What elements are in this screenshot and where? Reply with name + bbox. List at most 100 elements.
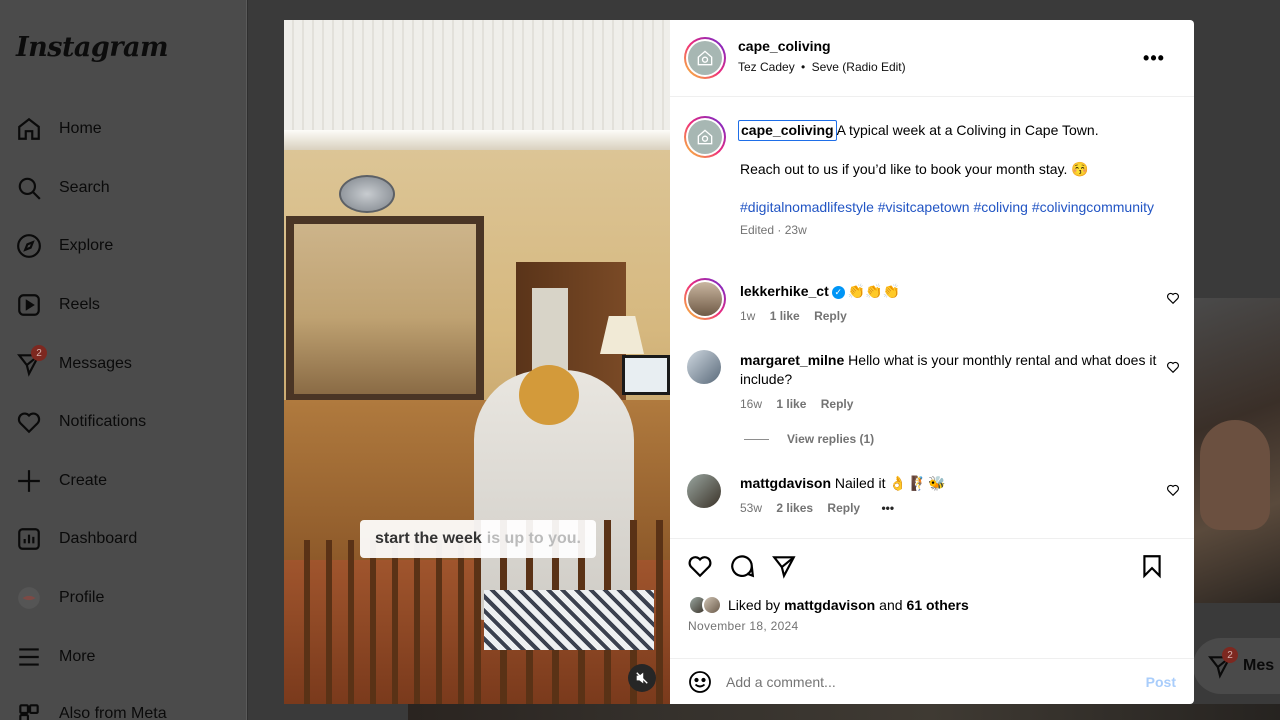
comment-reply-button[interactable]: Reply xyxy=(821,397,854,411)
video-scene-mirror xyxy=(286,216,484,402)
audio-artist[interactable]: Tez Cadey xyxy=(738,60,795,74)
comment-time[interactable]: 16w xyxy=(740,397,762,411)
more-options-icon[interactable]: ••• xyxy=(1142,46,1166,70)
post-date[interactable]: November 18, 2024 xyxy=(688,619,799,633)
like-comment-heart-icon[interactable] xyxy=(1166,291,1180,305)
comment-item: mattgdavison Nailed it 👌 🧗🐝 53w 2 likes … xyxy=(740,474,1170,518)
comment-item: lekkerhike_ct ✓ 👏👏👏 1w 1 like Reply xyxy=(740,282,1170,326)
liked-by-summary: Liked by mattgdavison and 61 others xyxy=(688,595,969,615)
sidebar-item-search[interactable]: Search xyxy=(16,168,236,208)
caption-text: A typical week at a Coliving in Cape Tow… xyxy=(836,122,1099,138)
video-subtitle-dim: is up to you. xyxy=(486,530,581,547)
comment-likes[interactable]: 1 like xyxy=(776,397,806,411)
floating-messages-label: Mes xyxy=(1243,657,1275,674)
sidebar-item-label: Reels xyxy=(59,296,100,313)
audio-separator: • xyxy=(801,60,806,74)
commenter-avatar[interactable] xyxy=(687,350,721,384)
caption-meta: Edited · 23w xyxy=(740,221,1180,240)
video-scene-ceiling xyxy=(284,20,670,145)
audio-info[interactable]: Tez Cadey • Seve (Radio Edit) xyxy=(738,60,906,74)
caption-author-avatar[interactable] xyxy=(684,116,726,158)
comment-text: Nailed it 👌 🧗🐝 xyxy=(834,475,946,491)
author-avatar[interactable] xyxy=(684,37,726,79)
comment-reply-button[interactable]: Reply xyxy=(814,309,847,323)
save-bookmark-icon[interactable] xyxy=(1139,553,1165,579)
comment-input[interactable] xyxy=(726,673,1126,690)
sidebar-item-dashboard[interactable]: Dashboard xyxy=(16,519,236,559)
instagram-logo[interactable]: Instagram xyxy=(16,32,169,63)
like-comment-heart-icon[interactable] xyxy=(1166,360,1180,374)
comment-time[interactable]: 1w xyxy=(740,309,755,323)
video-scene-cushion xyxy=(484,590,654,650)
commenter-avatar[interactable] xyxy=(687,474,721,508)
caption-username[interactable]: cape_coliving xyxy=(738,120,837,141)
liked-by-and: and xyxy=(879,597,903,613)
sidebar-item-more[interactable]: More xyxy=(16,637,236,677)
sidebar-nav: Instagram Home Search Explore Reels 2 Me… xyxy=(0,0,247,720)
verified-badge-icon: ✓ xyxy=(831,285,845,299)
post-details-panel: cape_coliving Tez Cadey • Seve (Radio Ed… xyxy=(670,20,1194,704)
floating-messages-button[interactable]: 2 Mes xyxy=(1193,638,1280,694)
messenger-icon: 2 xyxy=(1207,647,1238,679)
house-logo-icon xyxy=(697,50,713,66)
edited-label: Edited xyxy=(740,223,775,237)
video-scene-head xyxy=(519,365,579,425)
sidebar-item-also-from-meta[interactable]: Also from Meta xyxy=(16,694,236,720)
sidebar-item-home[interactable]: Home xyxy=(16,109,236,149)
post-modal: start the week is up to you. cape_colivi… xyxy=(284,20,1194,704)
sidebar-item-messages[interactable]: 2 Messages xyxy=(16,344,236,384)
search-icon xyxy=(16,175,42,201)
sidebar-item-label: Create xyxy=(59,472,108,489)
replies-divider xyxy=(744,438,769,440)
add-comment-bar: Post xyxy=(670,658,1194,704)
liked-by-user[interactable]: mattgdavison xyxy=(784,597,875,613)
comment-username[interactable]: mattgdavison xyxy=(740,475,831,491)
profile-avatar-icon xyxy=(16,585,42,611)
mute-button[interactable] xyxy=(628,664,656,692)
audio-track[interactable]: Seve (Radio Edit) xyxy=(812,60,906,74)
comment-username[interactable]: lekkerhike_ct xyxy=(740,283,829,299)
comment-item: margaret_milne Hello what is your monthl… xyxy=(740,351,1170,414)
author-username[interactable]: cape_coliving xyxy=(738,38,906,54)
liked-by-avatars[interactable] xyxy=(688,595,726,615)
home-icon xyxy=(16,116,42,142)
share-paper-plane-icon[interactable] xyxy=(771,553,797,579)
sidebar-item-explore[interactable]: Explore xyxy=(16,226,236,266)
video-scene-plate xyxy=(339,175,395,213)
sidebar-item-profile[interactable]: Profile xyxy=(16,578,236,618)
sidebar-item-label: Search xyxy=(59,179,110,196)
edited-separator: · xyxy=(777,223,782,237)
sidebar-item-label: More xyxy=(59,648,96,665)
comment-reply-button[interactable]: Reply xyxy=(827,501,860,515)
speaker-muted-icon xyxy=(636,672,648,684)
commenter-avatar[interactable] xyxy=(684,278,726,320)
video-scene-monitor xyxy=(622,355,670,395)
caption-hashtags[interactable]: #digitalnomadlifestyle #visitcapetown #c… xyxy=(740,198,1180,217)
sidebar-item-label: Dashboard xyxy=(59,530,138,547)
emoji-smiley-icon[interactable] xyxy=(688,670,712,694)
comment-more-options-icon[interactable]: ••• xyxy=(881,501,894,515)
video-subtitle-bright: start the week xyxy=(375,530,482,547)
sidebar-item-create[interactable]: Create xyxy=(16,461,236,501)
sidebar-item-label: Notifications xyxy=(59,413,147,430)
view-replies-label: View replies (1) xyxy=(787,432,875,446)
sidebar-item-notifications[interactable]: Notifications xyxy=(16,402,236,442)
comment-likes[interactable]: 1 like xyxy=(770,309,800,323)
video-scene-cornice xyxy=(284,130,670,150)
edited-time[interactable]: 23w xyxy=(785,223,807,237)
like-comment-heart-icon[interactable] xyxy=(1166,483,1180,497)
view-replies-button[interactable]: View replies (1) xyxy=(744,432,874,446)
post-comment-button[interactable]: Post xyxy=(1146,674,1176,690)
comment-username[interactable]: margaret_milne xyxy=(740,352,844,368)
dashboard-icon xyxy=(16,526,42,552)
liked-by-others[interactable]: 61 others xyxy=(907,597,969,613)
sidebar-item-reels[interactable]: Reels xyxy=(16,285,236,325)
comment-likes[interactable]: 2 likes xyxy=(776,501,813,515)
like-heart-icon[interactable] xyxy=(687,553,713,579)
comment-bubble-icon[interactable] xyxy=(729,553,755,579)
sidebar-item-label: Home xyxy=(59,120,102,137)
reel-video[interactable]: start the week is up to you. xyxy=(284,20,670,704)
comment-time[interactable]: 53w xyxy=(740,501,762,515)
sidebar-item-label: Explore xyxy=(59,237,114,254)
house-logo-icon xyxy=(697,129,713,145)
